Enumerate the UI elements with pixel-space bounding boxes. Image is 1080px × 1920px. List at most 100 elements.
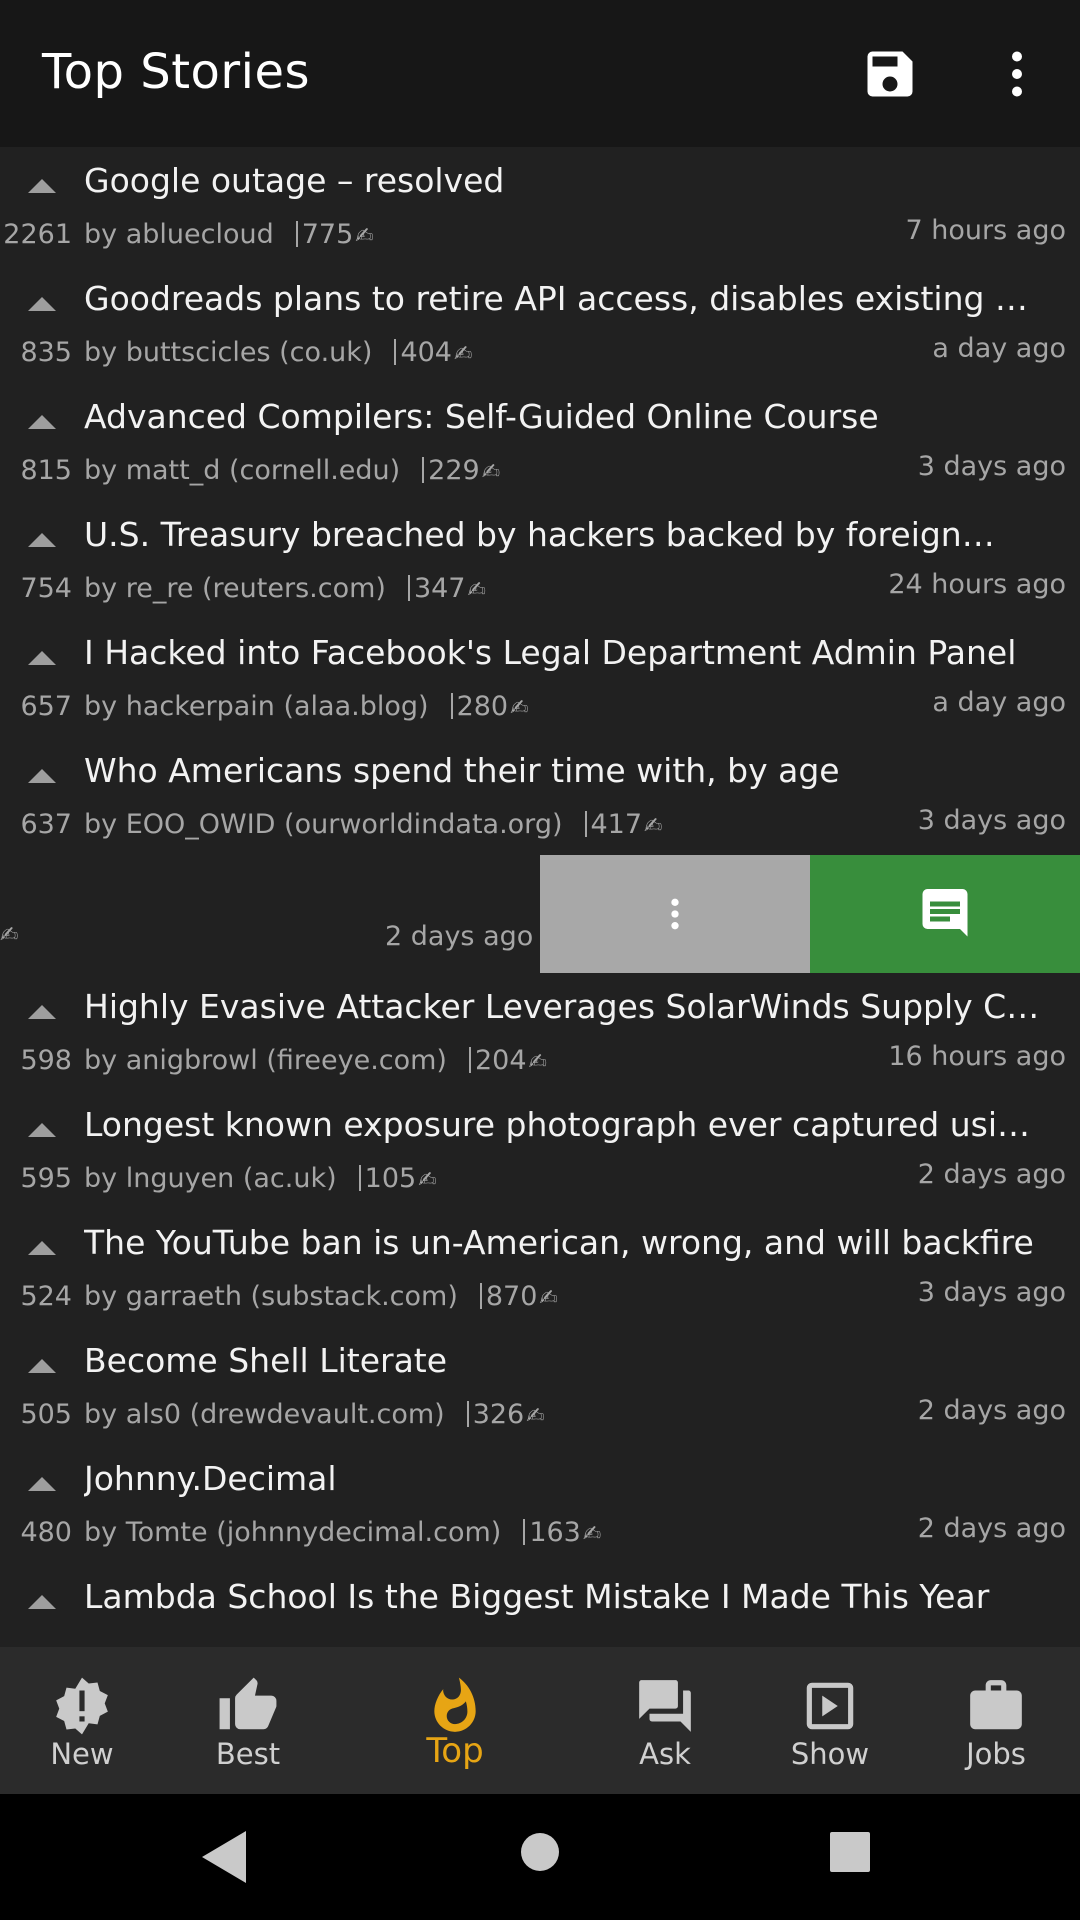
story-title[interactable]: Highly Evasive Attacker Leverages SolarW…	[84, 987, 1044, 1026]
author[interactable]: by re_re (reuters.com)	[84, 573, 386, 604]
author[interactable]: by anigbrowl (fireeye.com)	[84, 1045, 447, 1076]
story-row[interactable]: 524 The YouTube ban is un-American, wron…	[0, 1209, 1080, 1327]
story-row[interactable]: 657 I Hacked into Facebook's Legal Depar…	[0, 619, 1080, 737]
story-meta: by buttscicles (co.uk) 404✍	[84, 337, 472, 368]
story-row[interactable]: 595 Longest known exposure photograph ev…	[0, 1091, 1080, 1209]
upvote-icon[interactable]	[28, 297, 56, 311]
author[interactable]: by lnguyen (ac.uk)	[84, 1163, 337, 1194]
comment-count[interactable]: 229	[428, 455, 480, 486]
upvote-icon[interactable]	[28, 769, 56, 783]
comments-icon: ✍	[467, 578, 486, 603]
author[interactable]: by abluecloud	[84, 219, 274, 250]
comments-icon: ✍	[539, 1286, 558, 1311]
nav-label: Ask	[639, 1737, 691, 1771]
story-title[interactable]: The YouTube ban is un-American, wrong, a…	[84, 1223, 1044, 1262]
nav-show[interactable]: Show	[750, 1647, 910, 1794]
comment-count[interactable]: 204	[475, 1045, 527, 1076]
story-title[interactable]: Become Shell Literate	[84, 1341, 1044, 1380]
nav-top[interactable]: Top	[375, 1647, 535, 1794]
story-title[interactable]: I Hacked into Facebook's Legal Departmen…	[84, 633, 1044, 672]
author[interactable]: by hackerpain (alaa.blog)	[84, 691, 429, 722]
comment-count[interactable]: 105	[365, 1163, 417, 1194]
comment-count[interactable]: 417	[591, 809, 643, 840]
upvote-icon[interactable]	[28, 1005, 56, 1019]
author[interactable]: by EOO_OWID (ourworldindata.org)	[84, 809, 563, 840]
comment-count[interactable]: 775	[302, 219, 354, 250]
story-time: 2 days ago	[917, 1513, 1066, 1544]
nav-jobs[interactable]: Jobs	[916, 1647, 1076, 1794]
comments-icon: ✍	[526, 1404, 545, 1429]
comment-count[interactable]: 404	[400, 337, 452, 368]
more-vert-icon[interactable]	[987, 44, 1047, 104]
story-meta: by Tomte (johnnydecimal.com) 163✍	[84, 1517, 601, 1548]
author[interactable]: by Tomte (johnnydecimal.com)	[84, 1517, 501, 1548]
nav-new[interactable]: New	[2, 1647, 162, 1794]
comment-count[interactable]: 870	[486, 1281, 538, 1312]
story-row[interactable]: 505 Become Shell Literate by als0 (drewd…	[0, 1327, 1080, 1445]
upvote-icon[interactable]	[28, 1241, 56, 1255]
briefcase-icon	[970, 1680, 1022, 1730]
story-row[interactable]: 480 Johnny.Decimal by Tomte (johnnydecim…	[0, 1445, 1080, 1563]
author[interactable]: by als0 (drewdevault.com)	[84, 1399, 445, 1430]
upvote-icon[interactable]	[28, 415, 56, 429]
upvote-icon[interactable]	[28, 651, 56, 665]
nav-best[interactable]: Best	[168, 1647, 328, 1794]
nav-label: Top	[426, 1731, 484, 1771]
comment-count[interactable]: 326	[473, 1399, 525, 1430]
story-title[interactable]: Advanced Compilers: Self-Guided Online C…	[84, 397, 1044, 436]
swiped-story-row[interactable]: ✍ 2 days ago	[0, 855, 1080, 973]
nav-ask[interactable]: Ask	[585, 1647, 745, 1794]
score: 595	[20, 1163, 72, 1194]
author[interactable]: by buttscicles (co.uk)	[84, 337, 372, 368]
flame-icon	[434, 1677, 476, 1732]
story-time: 16 hours ago	[888, 1041, 1066, 1072]
story-row[interactable]: 835 Goodreads plans to retire API access…	[0, 265, 1080, 383]
story-meta: by matt_d (cornell.edu) 229✍	[84, 455, 500, 486]
story-time: 2 days ago	[917, 1159, 1066, 1190]
author[interactable]: by garraeth (substack.com)	[84, 1281, 458, 1312]
upvote-icon[interactable]	[28, 1477, 56, 1491]
story-time: 3 days ago	[917, 451, 1066, 482]
comments-icon: ✍	[0, 923, 19, 948]
play-box-icon	[806, 1682, 854, 1730]
story-meta: by lnguyen (ac.uk) 105✍	[84, 1163, 437, 1194]
swipe-comment-button[interactable]	[810, 855, 1080, 973]
story-time: 2 days ago	[385, 921, 534, 952]
bottom-navigation: New Best Top Ask Show Jobs	[0, 1647, 1080, 1794]
story-title[interactable]: U.S. Treasury breached by hackers backed…	[84, 515, 1044, 554]
author[interactable]: by matt_d (cornell.edu)	[84, 455, 400, 486]
upvote-icon[interactable]	[28, 533, 56, 547]
story-row[interactable]: 637 Who Americans spend their time with,…	[0, 737, 1080, 855]
upvote-icon[interactable]	[28, 1359, 56, 1373]
story-title[interactable]: Who Americans spend their time with, by …	[84, 751, 1044, 790]
story-title[interactable]: Johnny.Decimal	[84, 1459, 1044, 1498]
story-title[interactable]: Google outage – resolved	[84, 161, 1044, 200]
upvote-icon[interactable]	[28, 1123, 56, 1137]
comment-count[interactable]: 163	[529, 1517, 581, 1548]
story-meta: by abluecloud 775✍	[84, 219, 374, 250]
score: 835	[20, 337, 72, 368]
swipe-more-button[interactable]	[540, 855, 810, 973]
story-row[interactable]: Lambda School Is the Biggest Mistake I M…	[0, 1563, 1080, 1647]
story-meta: by EOO_OWID (ourworldindata.org) 417✍	[84, 809, 662, 840]
story-row[interactable]: 2261 Google outage – resolved by abluecl…	[0, 147, 1080, 265]
upvote-icon[interactable]	[28, 179, 56, 193]
comment-icon	[922, 889, 968, 937]
comment-count[interactable]: 280	[457, 691, 509, 722]
save-icon[interactable]	[860, 44, 920, 104]
more-vert-icon	[671, 898, 679, 930]
story-row[interactable]: 598 Highly Evasive Attacker Leverages So…	[0, 973, 1080, 1091]
story-title[interactable]: Longest known exposure photograph ever c…	[84, 1105, 1044, 1144]
home-icon[interactable]	[520, 1832, 560, 1872]
story-time: 7 hours ago	[905, 215, 1066, 246]
story-title[interactable]: Lambda School Is the Biggest Mistake I M…	[84, 1577, 1044, 1616]
story-row[interactable]: 815 Advanced Compilers: Self-Guided Onli…	[0, 383, 1080, 501]
score: 598	[20, 1045, 72, 1076]
nav-label: Show	[790, 1737, 870, 1771]
back-icon[interactable]	[202, 1831, 246, 1883]
story-row[interactable]: 754 U.S. Treasury breached by hackers ba…	[0, 501, 1080, 619]
upvote-icon[interactable]	[28, 1595, 56, 1609]
story-title[interactable]: Goodreads plans to retire API access, di…	[84, 279, 1044, 318]
recents-icon[interactable]	[830, 1832, 870, 1872]
comment-count[interactable]: 347	[414, 573, 466, 604]
